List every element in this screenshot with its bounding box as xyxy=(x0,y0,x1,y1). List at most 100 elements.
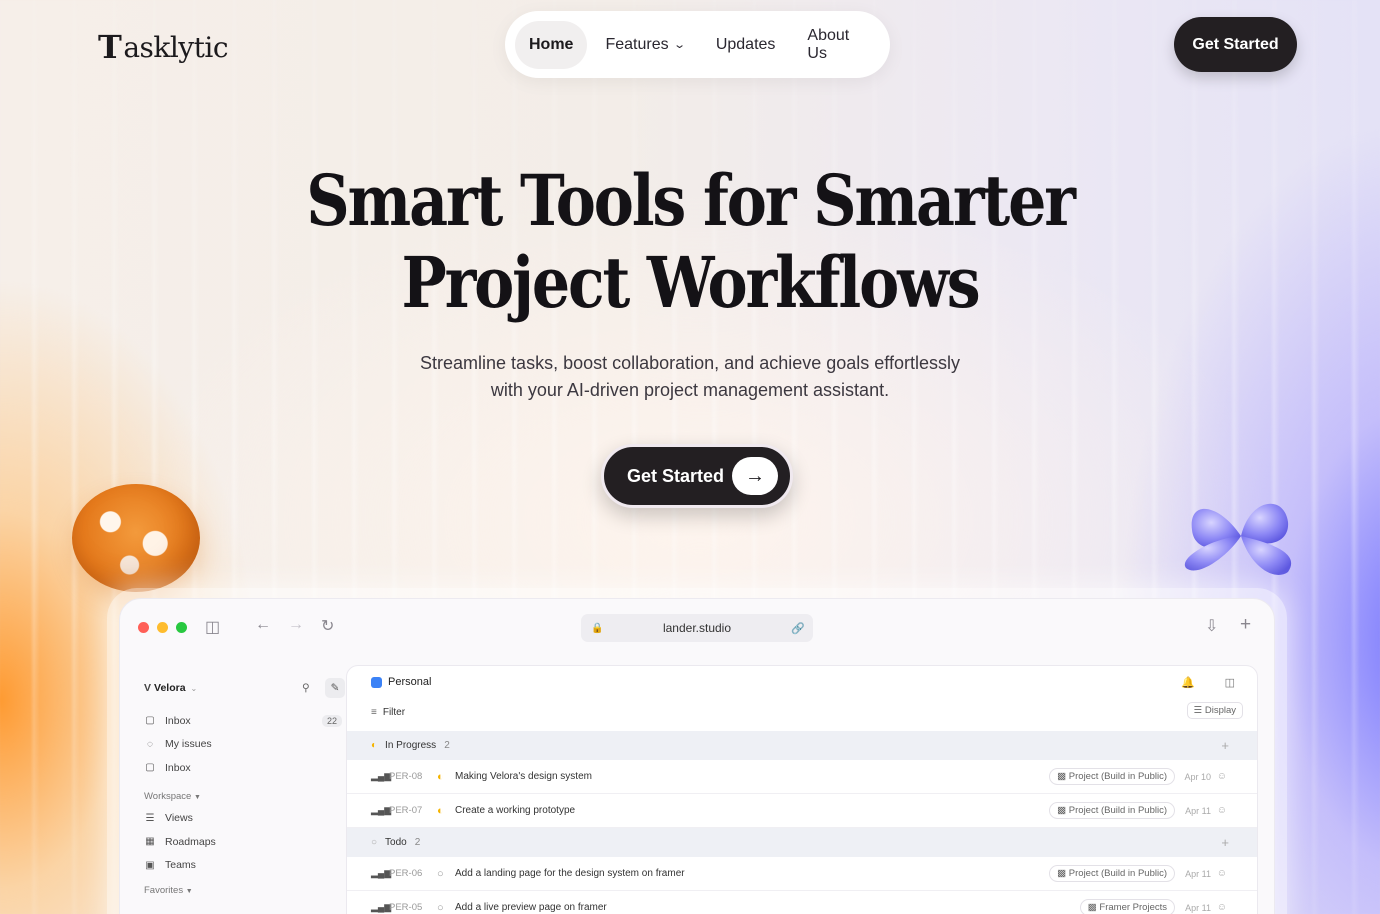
issues-icon: ◌ xyxy=(147,738,153,750)
velora-logo-icon: V xyxy=(144,682,152,694)
issue-row[interactable]: ▂▄▆ PER-05 ○ Add a live preview page on … xyxy=(347,891,1257,914)
logo-text: asklytic xyxy=(123,30,229,64)
url-bar[interactable]: 🔒 lander.studio 🔗 xyxy=(581,614,813,642)
issue-date: Apr 11 xyxy=(1185,902,1211,913)
inbox-icon: ▢ xyxy=(145,715,155,727)
map-icon: ▦ xyxy=(145,836,155,848)
inbox-count-badge: 22 xyxy=(321,714,342,727)
assignee-avatar-icon[interactable]: ☺ xyxy=(1217,771,1227,782)
logo[interactable]: Tasklytic xyxy=(98,28,229,66)
group-header-todo[interactable]: ○ Todo 2 + xyxy=(347,828,1257,857)
filter-label[interactable]: Filter xyxy=(383,707,405,718)
app-content: V Velora ⌄ ⚲ ✎ ▢ Inbox 22 ◌ My issues ▢ xyxy=(132,665,1274,914)
sidebar-item-inbox-2[interactable]: ▢ Inbox xyxy=(144,756,342,780)
lock-icon: 🔒 xyxy=(591,622,604,634)
url-text: lander.studio xyxy=(662,621,732,635)
new-tab-icon[interactable]: + xyxy=(1240,614,1251,636)
decorative-ball-3d xyxy=(72,484,200,592)
assignee-avatar-icon[interactable]: ☺ xyxy=(1217,805,1227,816)
sidebar-toggle-icon[interactable]: ◫ xyxy=(205,617,220,637)
issue-row[interactable]: ▂▄▆ PER-08 ◐ Making Velora's design syst… xyxy=(347,760,1257,794)
issue-id: PER-08 xyxy=(389,771,423,782)
hero-title-line1: Smart Tools for Smarter xyxy=(306,159,1076,242)
add-issue-icon[interactable]: + xyxy=(1221,835,1229,850)
project-tag[interactable]: ▩ Project (Build in Public) xyxy=(1049,802,1175,819)
issue-title: Making Velora's design system xyxy=(455,771,592,782)
in-progress-status-icon: ◐ xyxy=(437,770,444,783)
issue-title: Add a landing page for the design system… xyxy=(455,868,685,879)
sidebar-item-label: My issues xyxy=(165,738,212,751)
add-issue-icon[interactable]: + xyxy=(1221,738,1229,753)
nav-about-label: About Us xyxy=(807,26,850,62)
workspace-switcher[interactable]: V Velora ⌄ ⚲ ✎ xyxy=(144,677,345,699)
section-label: Favorites xyxy=(144,885,184,896)
in-progress-status-icon: ◐ xyxy=(437,804,444,817)
nav-features[interactable]: Features ⌄ xyxy=(591,21,697,69)
sidebar-item-label: Inbox xyxy=(165,714,191,727)
project-tag[interactable]: ▩ Project (Build in Public) xyxy=(1049,768,1175,785)
panel-toggle-icon[interactable]: ◫ xyxy=(1225,676,1235,689)
project-tag-label: Framer Projects xyxy=(1099,902,1167,913)
close-dot[interactable] xyxy=(138,622,149,633)
hero-subtitle-line2: with your AI-driven project management a… xyxy=(490,380,890,400)
assignee-avatar-icon[interactable]: ☺ xyxy=(1217,902,1227,913)
todo-status-icon: ○ xyxy=(371,837,378,848)
get-started-button-header[interactable]: Get Started xyxy=(1174,17,1297,72)
group-header-in-progress[interactable]: ◐ In Progress 2 + xyxy=(347,731,1257,760)
sidebar-item-label: Inbox xyxy=(165,761,191,774)
grid-icon: ▩ xyxy=(1057,805,1067,816)
nav-updates[interactable]: Updates xyxy=(702,21,790,69)
bell-icon[interactable]: 🔔 xyxy=(1181,676,1195,689)
hero-subtitle-line1: Streamline tasks, boost collaboration, a… xyxy=(420,353,960,373)
browser-chrome: ◫ ← → ↻ 🔒 lander.studio 🔗 ⇩ + xyxy=(120,599,1274,655)
link-icon[interactable]: 🔗 xyxy=(791,622,805,635)
sidebar-item-teams[interactable]: ▣ Teams xyxy=(144,854,342,878)
get-started-button-hero[interactable]: Get Started → xyxy=(601,444,793,508)
caret-down-icon: ▼ xyxy=(185,888,193,895)
download-icon[interactable]: ⇩ xyxy=(1205,616,1218,636)
project-tag[interactable]: ▩ Project (Build in Public) xyxy=(1049,865,1175,882)
issue-id: PER-06 xyxy=(389,868,423,879)
browser-mockup: ◫ ← → ↻ 🔒 lander.studio 🔗 ⇩ + V Velora ⌄… xyxy=(107,588,1287,914)
issue-row[interactable]: ▂▄▆ PER-07 ◐ Create a working prototype … xyxy=(347,794,1257,828)
project-tag-label: Project (Build in Public) xyxy=(1068,805,1167,816)
workspace-name: Velora xyxy=(154,682,186,694)
todo-status-icon: ○ xyxy=(437,901,444,914)
nav-home[interactable]: Home xyxy=(515,20,588,69)
section-label: Workspace xyxy=(144,790,192,802)
team-icon: ▣ xyxy=(145,859,155,871)
issues-panel: Personal 🔔 ◫ ≡ Filter ☰ Display ◐ In Pro… xyxy=(346,665,1258,914)
project-tag[interactable]: ▩ Framer Projects xyxy=(1079,899,1175,914)
todo-status-icon: ○ xyxy=(437,867,444,880)
search-icon[interactable]: ⚲ xyxy=(302,682,310,694)
sidebar-item-my-issues[interactable]: ◌ My issues xyxy=(144,733,342,757)
hero-cta-label: Get Started xyxy=(627,465,725,486)
main-nav: Home Features ⌄ Updates About Us xyxy=(505,11,890,78)
compose-icon[interactable]: ✎ xyxy=(325,678,345,698)
minimize-dot[interactable] xyxy=(157,622,168,633)
display-label: Display xyxy=(1204,705,1236,716)
hero-title-line2: Project Workflows xyxy=(401,241,980,324)
sliders-icon: ☰ xyxy=(1193,705,1203,716)
favorites-section-header[interactable]: Favorites ▼ xyxy=(144,885,342,896)
sidebar-item-roadmaps[interactable]: ▦ Roadmaps xyxy=(144,830,342,854)
issue-date: Apr 10 xyxy=(1184,771,1211,782)
priority-icon: ▂▄▆ xyxy=(371,771,392,781)
back-arrow-icon[interactable]: ← xyxy=(255,616,271,634)
sidebar-item-label: Roadmaps xyxy=(165,835,216,848)
forward-arrow-icon[interactable]: → xyxy=(288,616,304,634)
reload-icon[interactable]: ↻ xyxy=(321,616,334,636)
display-button[interactable]: ☰ Display xyxy=(1186,702,1243,719)
maximize-dot[interactable] xyxy=(176,622,187,633)
workspace-section-header[interactable]: Workspace ▼ xyxy=(144,791,342,802)
sidebar-item-inbox[interactable]: ▢ Inbox 22 xyxy=(144,709,342,733)
sidebar-item-views[interactable]: ☰ Views xyxy=(144,807,342,831)
nav-about[interactable]: About Us xyxy=(793,21,880,69)
issue-row[interactable]: ▂▄▆ PER-06 ○ Add a landing page for the … xyxy=(347,857,1257,891)
app-sidebar: V Velora ⌄ ⚲ ✎ ▢ Inbox 22 ◌ My issues ▢ xyxy=(132,665,345,914)
project-tag-label: Project (Build in Public) xyxy=(1068,868,1167,879)
issue-title: Add a live preview page on framer xyxy=(455,902,607,913)
filter-icon[interactable]: ≡ xyxy=(371,707,377,718)
assignee-avatar-icon[interactable]: ☺ xyxy=(1217,868,1227,879)
chevron-down-icon: ⌄ xyxy=(190,683,198,693)
